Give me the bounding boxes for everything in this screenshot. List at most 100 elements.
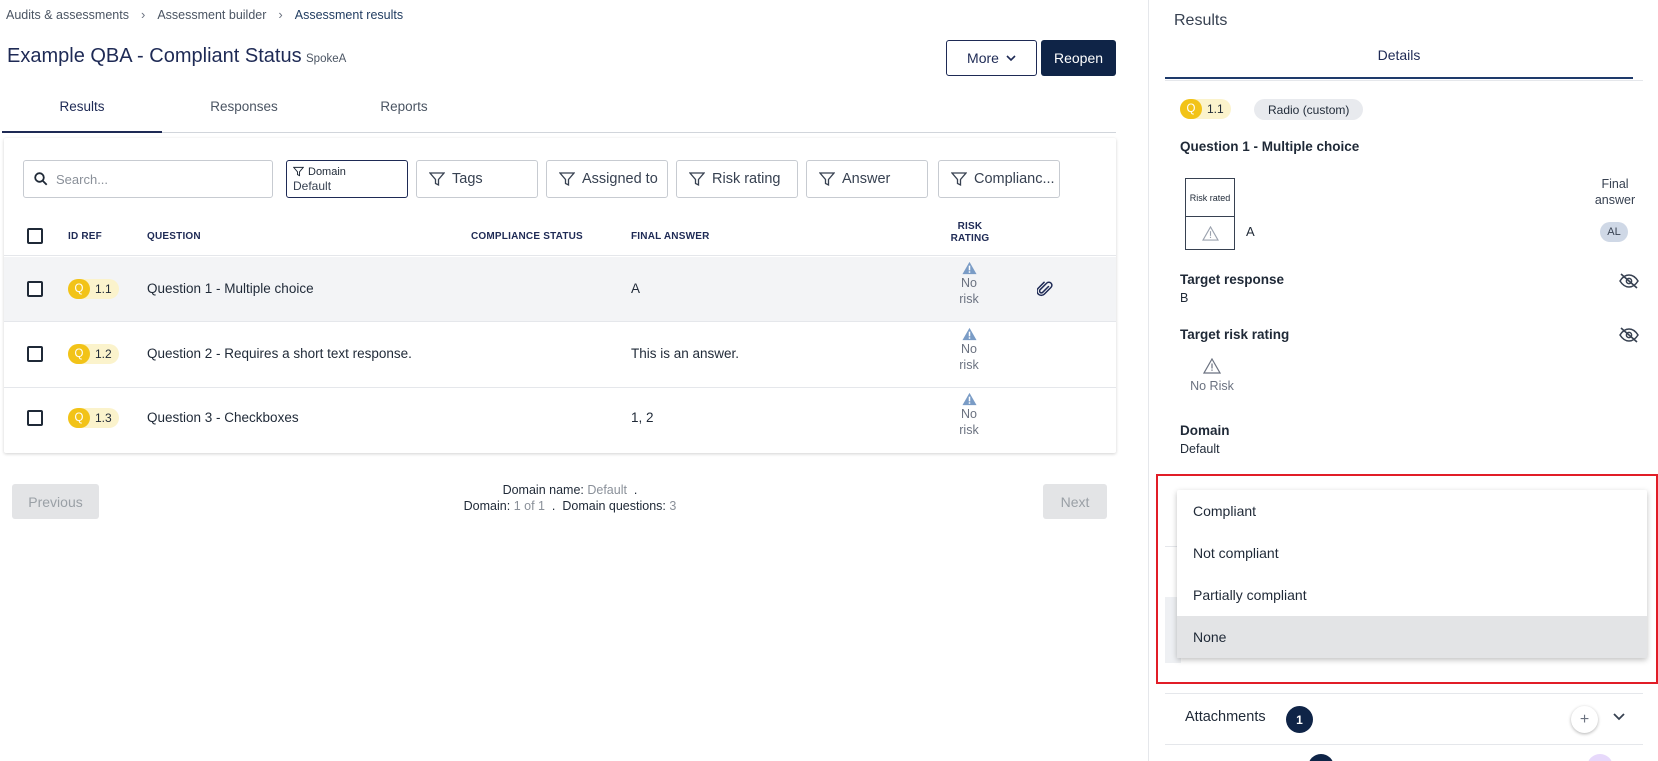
question-type-chip: Radio (custom): [1254, 99, 1364, 120]
risk-rated-box: Risk rated: [1185, 178, 1235, 250]
domain-label: Domain: [1180, 423, 1230, 438]
filter-icon: [559, 172, 575, 187]
breadcrumb-audits[interactable]: Audits & assessments: [6, 8, 129, 22]
breadcrumb: Audits & assessments › Assessment builde…: [6, 7, 403, 22]
next-button[interactable]: Next: [1043, 484, 1107, 519]
page-title: Example QBA - Compliant Status: [7, 45, 302, 67]
warning-outline-icon: [1201, 225, 1219, 241]
attachments-count-badge: 1: [1286, 706, 1313, 733]
row-risk-rating: No risk: [949, 327, 989, 373]
row-checkbox[interactable]: [27, 410, 43, 426]
tab-responses[interactable]: Responses: [164, 96, 324, 133]
tab-details[interactable]: Details: [1165, 44, 1633, 79]
filter-icon: [293, 166, 304, 177]
option-partially-compliant[interactable]: Partially compliant: [1177, 574, 1647, 616]
filter-domain[interactable]: Domain Default: [286, 160, 408, 198]
question-ref-badge: Q 1.2: [68, 344, 119, 364]
question-ref-badge: Q 1.3: [68, 408, 119, 428]
table-header: ID REF QUESTION COMPLIANCE STATUS FINAL …: [4, 214, 1116, 256]
results-detail-panel: Results Details Q 1.1 Radio (custom) Que…: [1148, 0, 1658, 761]
table-row[interactable]: Q 1.1 Question 1 - Multiple choice A No …: [4, 257, 1116, 322]
row-question[interactable]: Question 2 - Requires a short text respo…: [147, 346, 412, 361]
col-final-answer[interactable]: FINAL ANSWER: [631, 231, 710, 242]
option-not-compliant[interactable]: Not compliant: [1177, 532, 1647, 574]
filter-assigned-to[interactable]: Assigned to: [546, 160, 668, 198]
search-icon: [34, 172, 48, 186]
row-checkbox[interactable]: [27, 346, 43, 362]
question-ref-badge: Q 1.1: [1180, 99, 1231, 119]
row-question[interactable]: Question 1 - Multiple choice: [147, 281, 314, 296]
tab-bar: Results Responses Reports: [2, 96, 1116, 133]
tab-reports[interactable]: Reports: [324, 96, 484, 133]
filter-answer[interactable]: Answer: [806, 160, 928, 198]
previous-button[interactable]: Previous: [12, 484, 99, 519]
row-checkbox[interactable]: [27, 281, 43, 297]
select-all-checkbox[interactable]: [27, 228, 43, 244]
final-answer-value: A: [1246, 224, 1255, 239]
domain-position: 1 of 1: [513, 499, 545, 513]
filter-domain-value: Default: [293, 178, 332, 193]
chevron-down-icon[interactable]: [1612, 709, 1626, 723]
domain-name-value: Default: [587, 483, 627, 497]
add-attachment-button[interactable]: +: [1571, 706, 1598, 733]
more-button[interactable]: More: [946, 40, 1037, 76]
warning-icon: [961, 327, 977, 341]
attachments-label: Attachments: [1185, 709, 1266, 725]
final-answer-label: Final answer: [1594, 177, 1636, 207]
tab-results[interactable]: Results: [2, 96, 162, 133]
row-question[interactable]: Question 3 - Checkboxes: [147, 410, 299, 425]
pager-info: Domain name: Default . Domain: 1 of 1 . …: [463, 483, 677, 513]
filter-icon: [951, 172, 967, 187]
main-content: Audits & assessments › Assessment builde…: [0, 0, 1148, 761]
domain-questions-count: 3: [669, 499, 677, 513]
filter-tags[interactable]: Tags: [416, 160, 538, 198]
chevron-right-icon: ›: [278, 7, 283, 22]
warning-icon: [961, 261, 977, 275]
compliance-status-dropdown: Compliant Not compliant Partially compli…: [1177, 490, 1647, 658]
target-risk-label: Target risk rating: [1180, 327, 1290, 342]
col-id-ref[interactable]: ID REF: [68, 231, 102, 242]
page-subtitle: SpokeA: [306, 53, 347, 65]
col-risk-rating[interactable]: RISK RATING: [948, 221, 992, 245]
search-box[interactable]: [23, 160, 273, 198]
breadcrumb-assessment-builder[interactable]: Assessment builder: [157, 8, 266, 22]
col-question[interactable]: QUESTION: [147, 231, 201, 242]
table-row[interactable]: Q 1.3 Question 3 - Checkboxes 1, 2 No ri…: [4, 388, 1116, 453]
domain-value: Default: [1180, 442, 1220, 456]
eye-off-icon[interactable]: [1619, 327, 1639, 343]
more-label: More: [967, 50, 999, 66]
avatar: AL: [1600, 222, 1628, 242]
eye-off-icon[interactable]: [1619, 273, 1639, 289]
col-compliance-status[interactable]: COMPLIANCE STATUS: [471, 231, 583, 242]
filter-icon: [819, 172, 835, 187]
target-response-value: B: [1180, 291, 1189, 305]
target-response-label: Target response: [1180, 272, 1285, 287]
target-risk-value: No Risk: [1187, 358, 1237, 393]
reopen-button[interactable]: Reopen: [1041, 40, 1116, 76]
row-final-answer: This is an answer.: [631, 346, 740, 361]
row-risk-rating: No risk: [949, 261, 989, 307]
table-row[interactable]: Q 1.2 Question 2 - Requires a short text…: [4, 323, 1116, 388]
chevron-right-icon: ›: [140, 7, 146, 22]
search-input[interactable]: [56, 171, 256, 187]
attachment-clip-icon[interactable]: [1037, 280, 1053, 298]
filter-domain-label: Domain: [308, 165, 346, 178]
filter-icon: [429, 172, 445, 187]
badge-peek: [1308, 754, 1334, 761]
warning-outline-icon: [1203, 358, 1221, 374]
option-compliant[interactable]: Compliant: [1177, 490, 1647, 532]
chevron-down-icon: [1006, 54, 1016, 61]
row-final-answer: A: [631, 281, 641, 296]
option-none[interactable]: None: [1177, 616, 1647, 658]
warning-icon: [961, 392, 977, 406]
filter-icon: [689, 172, 705, 187]
question-ref-badge: Q 1.1: [68, 279, 119, 299]
results-table-card: Domain Default Tags Assigned to Risk rat…: [4, 138, 1116, 453]
filter-compliance[interactable]: Complianc...: [938, 160, 1060, 198]
filter-risk-rating[interactable]: Risk rating: [676, 160, 798, 198]
breadcrumb-current: Assessment results: [294, 7, 404, 22]
panel-question-title: Question 1 - Multiple choice: [1180, 139, 1360, 154]
row-final-answer: 1, 2: [631, 410, 654, 425]
attachments-section[interactable]: Attachments 1 +: [1165, 693, 1643, 745]
row-risk-rating: No risk: [949, 392, 989, 438]
